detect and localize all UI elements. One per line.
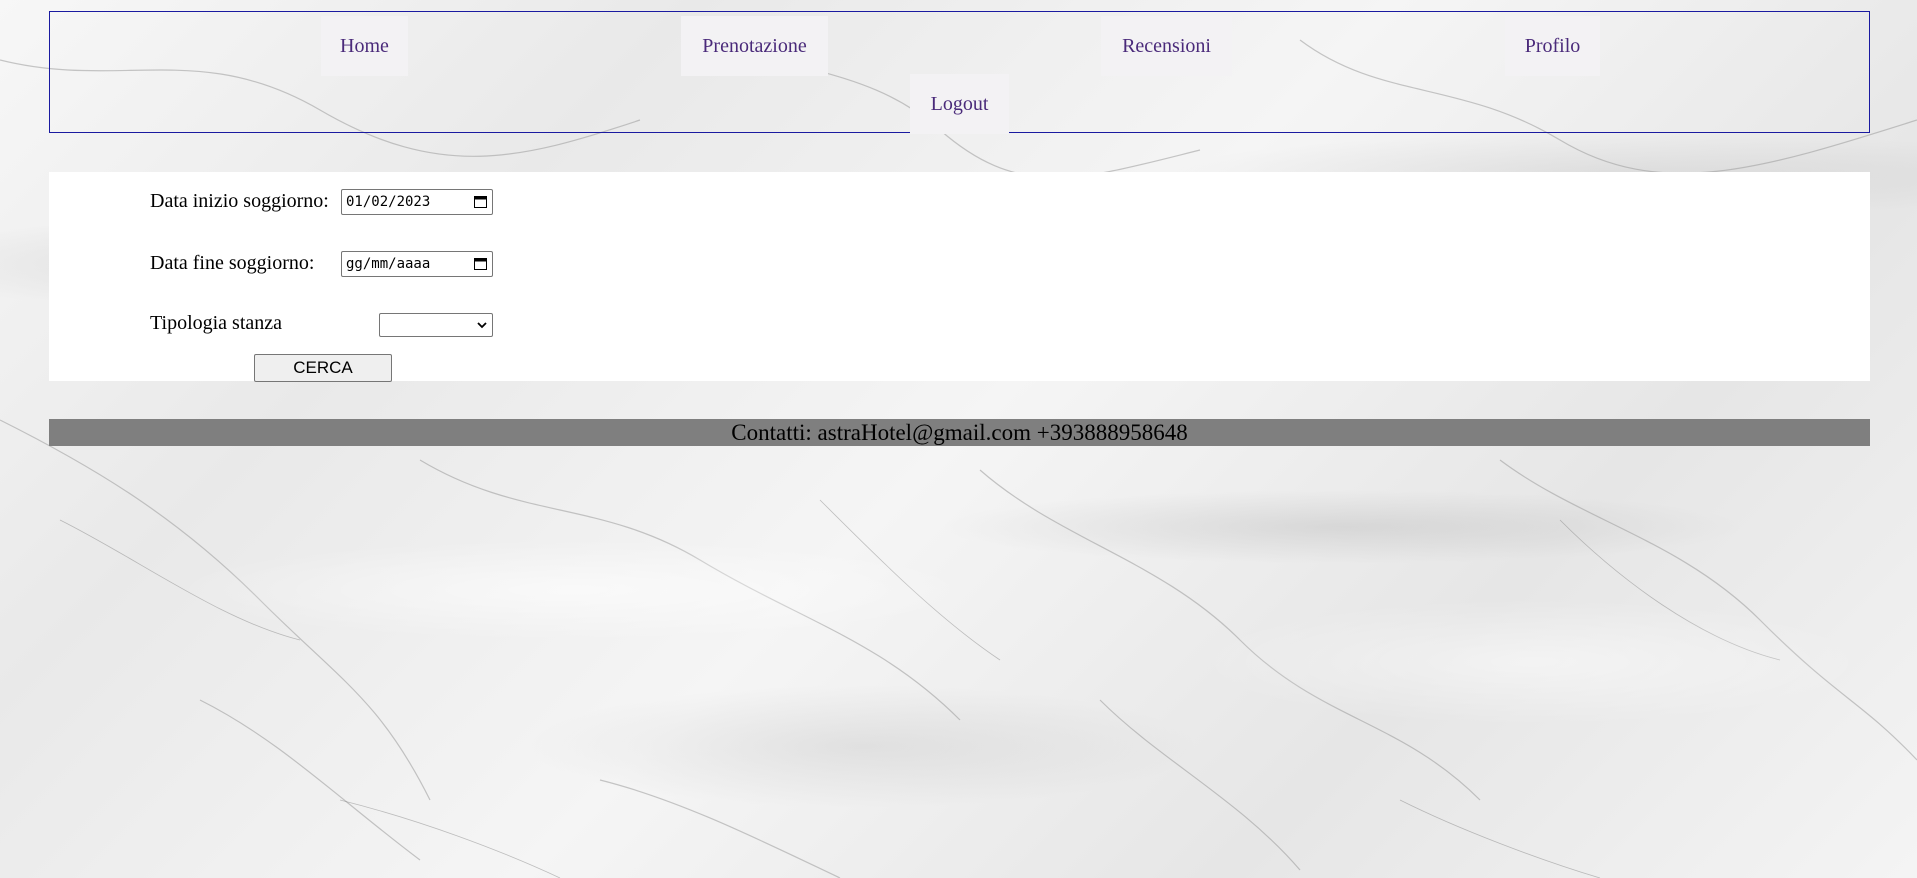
calendar-icon[interactable] <box>474 257 487 270</box>
main-navbar: Home Prenotazione Recensioni Profilo Log… <box>49 11 1870 134</box>
contacts-text: Contatti: astraHotel@gmail.com +39388895… <box>731 420 1188 445</box>
search-button[interactable]: CERCA <box>254 354 392 382</box>
chevron-down-icon <box>477 322 487 329</box>
marble-panel <box>0 446 1917 806</box>
room-type-label: Tipologia stanza <box>150 312 283 334</box>
booking-search-form: Data inizio soggiorno: 01/02/2023 Data f… <box>49 172 1870 382</box>
end-date-label: Data fine soggiorno: <box>150 252 315 274</box>
nav-item-logout[interactable]: Logout <box>910 74 1009 134</box>
calendar-icon[interactable] <box>474 195 487 208</box>
start-date-label: Data inizio soggiorno: <box>150 190 329 212</box>
nav-item-prenotazione[interactable]: Prenotazione <box>681 16 828 76</box>
nav-item-recensioni[interactable]: Recensioni <box>1101 16 1232 76</box>
start-date-value: 01/02/2023 <box>346 194 431 210</box>
start-date-input[interactable]: 01/02/2023 <box>341 189 493 215</box>
end-date-placeholder: gg/mm/aaaa <box>346 256 431 272</box>
nav-item-home[interactable]: Home <box>321 16 408 76</box>
room-type-select[interactable] <box>379 313 493 337</box>
nav-item-profilo[interactable]: Profilo <box>1505 16 1600 76</box>
end-date-input[interactable]: gg/mm/aaaa <box>341 251 493 277</box>
contacts-footer: Contatti: astraHotel@gmail.com +39388895… <box>49 419 1870 446</box>
